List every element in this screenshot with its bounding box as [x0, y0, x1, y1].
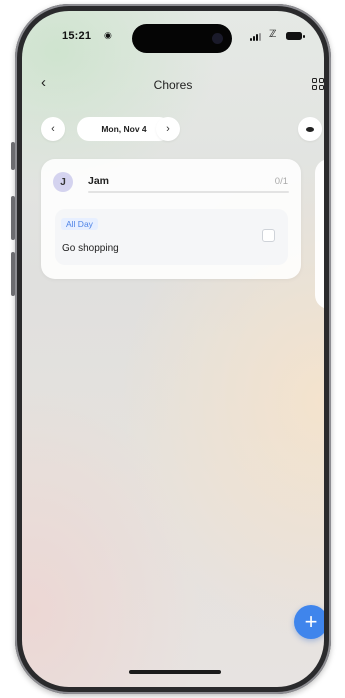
- volume-down-button: [11, 252, 15, 296]
- cellular-signal-icon: [250, 33, 261, 41]
- avatar: J: [53, 172, 73, 192]
- app-screen: 15:21 ◉ ℤ ‹ Chores ‹ Mon, Nov 4 › J Jam …: [22, 11, 324, 687]
- eye-icon: [306, 126, 314, 132]
- dynamic-island: [132, 24, 232, 53]
- member-card: J Jam 0/1 All Day Go shopping: [41, 159, 301, 279]
- chevron-right-icon: ›: [166, 122, 170, 135]
- visibility-toggle-button[interactable]: [298, 117, 322, 141]
- time-tag: All Day: [61, 218, 98, 230]
- grid-menu-button[interactable]: [312, 78, 324, 90]
- add-chore-button[interactable]: +: [294, 605, 324, 639]
- member-card-partial: N: [315, 159, 324, 309]
- status-time: 15:21: [62, 30, 92, 42]
- task-title: Go shopping: [62, 243, 119, 254]
- member-name: Jam: [88, 175, 110, 187]
- progress-bar: [88, 191, 289, 193]
- volume-up-button: [11, 196, 15, 240]
- home-indicator: [129, 670, 221, 674]
- chevron-left-icon: ‹: [51, 122, 55, 135]
- next-day-button[interactable]: ›: [156, 117, 180, 141]
- battery-icon: [286, 32, 305, 40]
- task-checkbox[interactable]: [262, 229, 275, 242]
- chore-count: 0/1: [274, 176, 288, 187]
- camera-icon: [212, 33, 223, 44]
- prev-day-button[interactable]: ‹: [41, 117, 65, 141]
- wifi-icon: ℤ: [269, 29, 277, 40]
- bell-slash-icon: ◉: [104, 30, 112, 40]
- action-button: [11, 142, 15, 170]
- task-item[interactable]: All Day Go shopping: [55, 209, 288, 265]
- page-title: Chores: [153, 78, 193, 92]
